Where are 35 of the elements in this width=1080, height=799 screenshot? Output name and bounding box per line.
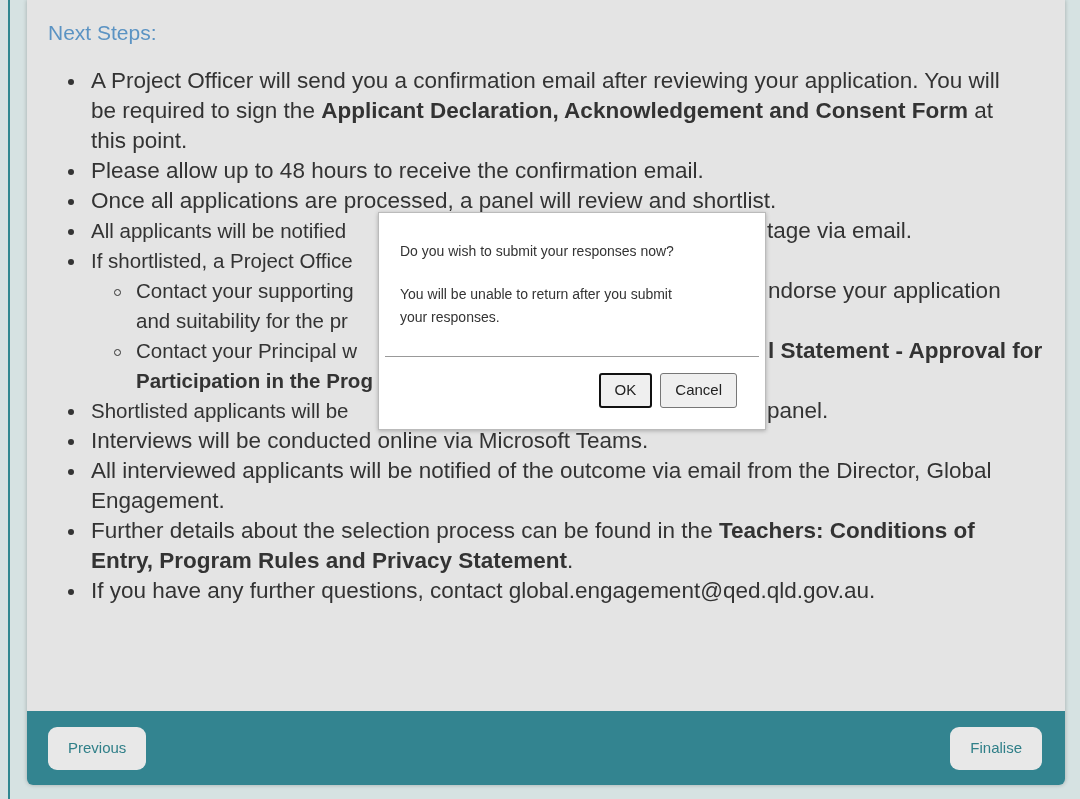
list-item-text: All applicants will be notified bbox=[91, 218, 348, 245]
dialog-message: You will be unable to return after you submit your responses. bbox=[400, 285, 673, 327]
section-heading: Next Steps: bbox=[48, 20, 158, 46]
list-item-text: ndorse your application bbox=[768, 277, 1001, 306]
bullet-icon bbox=[68, 589, 74, 596]
bullet-icon bbox=[68, 529, 74, 536]
bullet-icon bbox=[68, 79, 74, 86]
nav-button[interactable]: Finalise bbox=[950, 726, 1042, 770]
list-item-text: and suitability for the pr bbox=[136, 308, 349, 335]
list-item-text: Interviews will be conducted online via Microsoft Teams. bbox=[91, 427, 650, 456]
list-item-text: Please allow up to 48 hours to receive the confirmation email. bbox=[91, 157, 705, 186]
list-item-text: If you have any further questions, contact global.engagement@qed.qld.gov.au. bbox=[91, 577, 877, 606]
list-item-text: Further details about the selection process can be found in the Teachers: Conditions of Entry, Program Rules and Privacy Statement. bbox=[91, 517, 976, 576]
bullet-icon bbox=[68, 469, 74, 476]
nav-button[interactable]: Previous bbox=[48, 726, 147, 770]
list-item-text: panel. bbox=[767, 397, 829, 426]
cancel-button[interactable]: Cancel bbox=[660, 373, 737, 408]
ok-button[interactable]: OK bbox=[598, 373, 653, 408]
list-item-text: Participation in the Prog bbox=[136, 368, 374, 395]
list-item-text: If shortlisted, a Project Office bbox=[91, 248, 354, 275]
bullet-icon bbox=[68, 409, 74, 416]
bullet-icon bbox=[68, 439, 74, 446]
list-item-text: Contact your supporting bbox=[136, 278, 355, 305]
bullet-icon bbox=[68, 199, 74, 206]
list-item-text: Shortlisted applicants will be bbox=[91, 398, 350, 425]
list-item-text: tage via email. bbox=[767, 217, 913, 246]
list-item-text: Once all applications are processed, a panel will review and shortlist. bbox=[91, 187, 778, 216]
list-item-text: A Project Officer will send you a confirmation email after reviewing your application. You will be required to sign the Applicant Declaration, Acknowledgement and Consent Form at this point. bbox=[91, 67, 1001, 156]
list-item-text: Contact your Principal w bbox=[136, 338, 359, 365]
bullet-icon bbox=[68, 259, 74, 266]
list-item-text: All interviewed applicants will be notified of the outcome via email from the Director, Global Engagement. bbox=[91, 457, 993, 516]
bullet-icon bbox=[68, 169, 74, 176]
list-item-text: l Statement - Approval for bbox=[768, 337, 1043, 366]
bullet-icon bbox=[68, 229, 74, 236]
dialog-question: Do you wish to submit your responses now? bbox=[400, 242, 675, 261]
